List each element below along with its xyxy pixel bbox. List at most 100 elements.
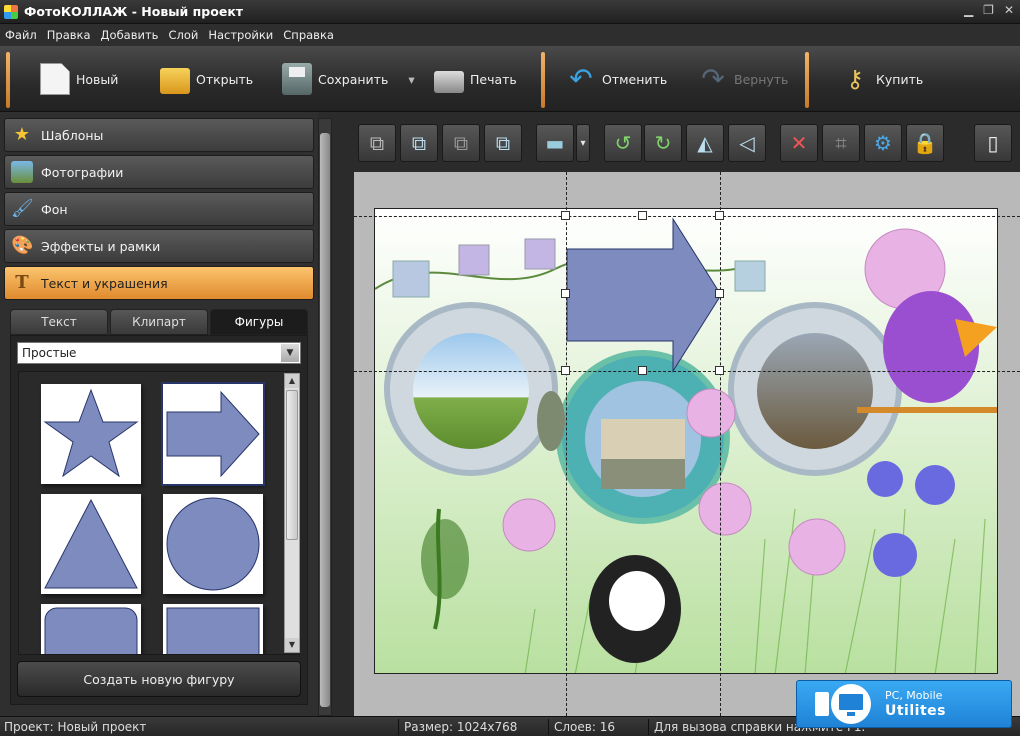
status-divider [548,719,549,735]
flip-vertical-button[interactable]: ◁ [728,124,766,162]
tab-clipart[interactable]: Клипарт [110,309,208,335]
paint-roller-icon: 🖌 [11,198,34,219]
move-backward-button[interactable]: ⧉ [484,124,522,162]
shape-circle[interactable] [163,494,263,594]
resize-handle[interactable] [715,289,724,298]
flip-horizontal-icon: ◭ [697,131,713,155]
menu-layer[interactable]: Слой [163,28,203,42]
badge-line2: Utilites [885,703,946,719]
title-bar: ФотоКОЛЛАЖ - Новый проект ▁ ❐ ✕ [0,0,1020,24]
resize-handle[interactable] [638,366,647,375]
backward-icon: ⧉ [495,131,511,155]
sidebar-item-templates[interactable]: ★ Шаблоны [4,118,314,152]
collage-canvas[interactable] [374,208,998,674]
bring-to-front-button[interactable]: ⧉ [358,124,396,162]
text-t-icon: T [15,272,29,293]
toolbar-separator [541,52,545,108]
maximize-icon[interactable]: ❐ [983,3,994,17]
tab-shapes[interactable]: Фигуры [210,309,308,335]
collage-artwork [375,209,997,673]
arrow-shape-icon [166,390,260,478]
move-forward-button[interactable]: ⧉ [442,124,480,162]
save-label: Сохранить [318,71,389,87]
crop-button[interactable]: ⌗ [822,124,860,162]
scroll-up-icon[interactable]: ▲ [285,374,299,388]
resize-handle[interactable] [638,211,647,220]
new-label: Новый [76,71,119,87]
create-shape-button[interactable]: Создать новую фигуру [17,661,301,697]
lock-button[interactable]: 🔒 [906,124,944,162]
tab-text[interactable]: Текст [10,309,108,335]
page-button[interactable]: ▯ [974,124,1012,162]
lock-icon: 🔒 [912,131,938,155]
shape-arrow[interactable] [161,382,265,486]
sidebar-item-label: Фон [41,201,68,217]
minimize-icon[interactable]: ▁ [964,3,973,17]
rotate-right-button[interactable]: ↻ [644,124,682,162]
status-project: Проект: Новый проект [4,720,147,734]
sidebar-item-label: Эффекты и рамки [41,238,161,254]
menu-help[interactable]: Справка [278,28,339,42]
resize-handle[interactable] [561,289,570,298]
circle-shape-icon [166,497,260,591]
gear-icon: ⚙ [874,131,892,155]
guide-line-horizontal[interactable] [354,216,1020,217]
sidebar-item-label: Шаблоны [41,127,104,143]
menu-file[interactable]: Файл [0,28,42,42]
shape-triangle[interactable] [41,494,141,594]
scroll-thumb[interactable] [286,390,298,540]
menu-edit[interactable]: Правка [42,28,96,42]
panel-scrollbar[interactable] [318,118,332,716]
buy-button[interactable]: ⚷ Купить [840,54,923,104]
undo-icon: ↶ [569,62,593,95]
scroll-thumb[interactable] [320,133,330,707]
rotate-left-button[interactable]: ↺ [604,124,642,162]
shape-rect[interactable] [163,604,263,654]
gallery-scrollbar[interactable]: ▲ ▼ [284,373,300,653]
open-button[interactable]: Открыть [160,54,253,104]
scroll-down-icon[interactable]: ▼ [285,638,299,652]
delete-button[interactable]: ✕ [780,124,818,162]
menu-bar: Файл Правка Добавить Слой Настройки Спра… [0,24,1020,46]
shape-category-value: Простые [22,346,77,360]
rounded-rect-shape-icon [44,607,138,654]
guide-line-vertical[interactable] [566,172,567,716]
floppy-icon [282,63,312,95]
shape-star[interactable] [41,384,141,484]
flip-horizontal-button[interactable]: ◭ [686,124,724,162]
resize-handle[interactable] [715,366,724,375]
photo-icon [11,161,33,183]
new-document-icon [40,63,70,95]
resize-handle[interactable] [715,211,724,220]
menu-settings[interactable]: Настройки [203,28,278,42]
sidebar-item-photos[interactable]: Фотографии [4,155,314,189]
shape-rounded-rect[interactable] [41,604,141,654]
save-button[interactable]: Сохранить ▾ [282,54,415,104]
redo-button[interactable]: ↷ Вернуть [698,54,788,104]
sidebar-item-text[interactable]: T Текст и украшения [4,266,314,300]
sidebar-item-effects[interactable]: 🎨 Эффекты и рамки [4,229,314,263]
guide-line-horizontal[interactable] [354,371,1020,372]
resize-handle[interactable] [561,211,570,220]
status-layers: Слоев: 16 [554,720,615,734]
shape-category-select[interactable]: Простые ▼ [17,342,301,364]
window-controls: ▁ ❐ ✕ [964,3,1014,17]
print-button[interactable]: Печать [434,54,517,104]
settings-button[interactable]: ⚙ [864,124,902,162]
close-icon[interactable]: ✕ [1004,3,1014,17]
menu-add[interactable]: Добавить [96,28,164,42]
align-button[interactable]: ▬ [536,124,574,162]
forward-icon: ⧉ [453,131,469,155]
resize-handle[interactable] [561,366,570,375]
guide-line-vertical[interactable] [720,172,721,716]
undo-button[interactable]: ↶ Отменить [566,54,667,104]
send-to-back-button[interactable]: ⧉ [400,124,438,162]
chevron-down-icon[interactable]: ▼ [281,344,299,362]
align-dropdown[interactable]: ▾ [576,124,590,162]
new-button[interactable]: Новый [40,54,118,104]
monitor-icon [815,684,871,724]
crop-icon: ⌗ [835,131,847,155]
save-dropdown-icon[interactable]: ▾ [408,72,414,87]
sidebar-item-background[interactable]: 🖌 Фон [4,192,314,226]
palette-icon: 🎨 [11,235,34,256]
